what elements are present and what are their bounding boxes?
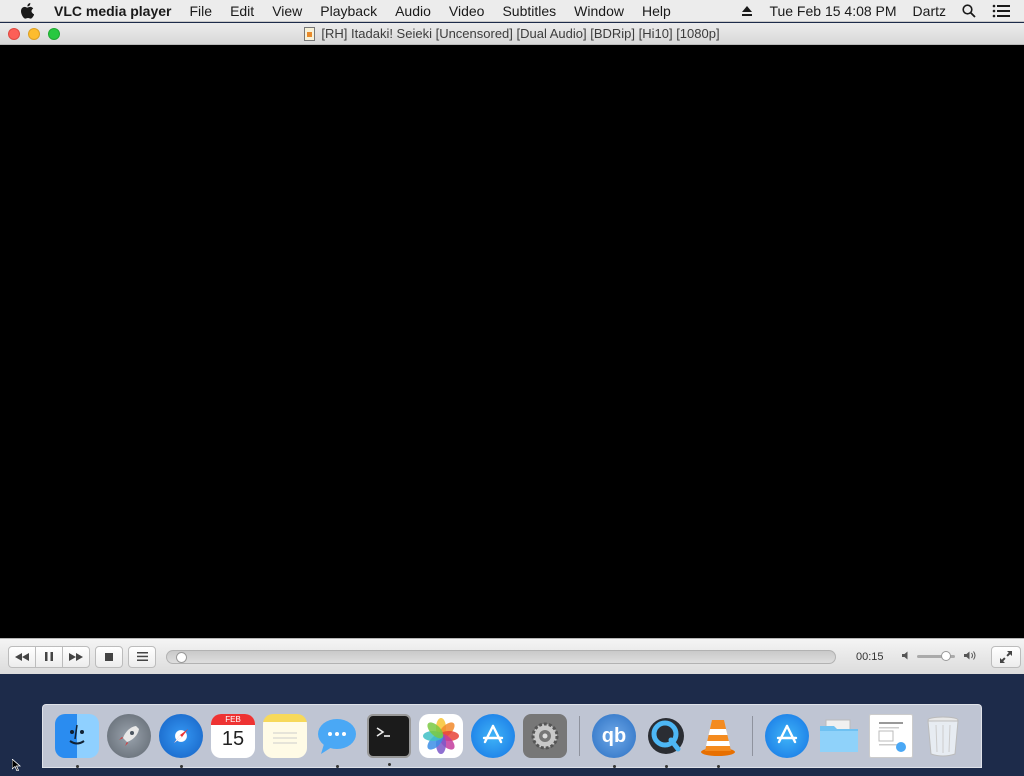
menu-view[interactable]: View — [263, 0, 311, 22]
menu-app-name[interactable]: VLC media player — [40, 0, 181, 22]
dock-finder[interactable] — [55, 714, 99, 768]
spotlight-search-icon[interactable] — [954, 3, 984, 18]
dock-trash[interactable] — [921, 714, 965, 758]
calendar-month: FEB — [211, 714, 255, 725]
dock-folder-stack[interactable] — [817, 714, 861, 758]
menu-playback[interactable]: Playback — [311, 0, 386, 22]
menubar-clock[interactable]: Tue Feb 15 4:08 PM — [761, 0, 904, 22]
terminal-icon — [376, 727, 390, 737]
dock-qbittorrent[interactable]: qb — [592, 714, 636, 768]
volume-slider[interactable] — [917, 651, 955, 661]
document-proxy-icon[interactable] — [304, 26, 316, 41]
photos-flower-icon — [423, 718, 459, 754]
rewind-button[interactable] — [8, 645, 36, 668]
dock-safari[interactable] — [159, 714, 203, 768]
fullscreen-icon — [1000, 650, 1012, 663]
zoom-window-button[interactable] — [48, 28, 60, 40]
control-bar: 00:15 — [0, 638, 1024, 674]
folder-icon — [820, 719, 858, 752]
stop-icon — [105, 652, 113, 661]
finder-icon — [69, 724, 85, 745]
playlist-button[interactable] — [128, 645, 156, 668]
dock-quicktime[interactable] — [644, 714, 688, 768]
dock-documents-stack[interactable] — [869, 714, 913, 758]
gear-icon — [531, 722, 559, 750]
dock-downloads-stack[interactable] — [765, 714, 809, 758]
playlist-icon — [136, 652, 148, 661]
video-area[interactable] — [0, 45, 1024, 638]
dock-separator — [579, 716, 580, 756]
rocket-icon — [119, 726, 139, 746]
vlc-window: [RH] Itadaki! Seieki [Uncensored] [Dual … — [0, 23, 1024, 674]
dock-vlc[interactable] — [696, 714, 740, 768]
app-store-icon — [482, 724, 504, 744]
menu-help[interactable]: Help — [633, 0, 680, 22]
dock-terminal[interactable] — [367, 714, 411, 766]
dock-notes[interactable] — [263, 714, 307, 758]
close-window-button[interactable] — [8, 28, 20, 40]
eject-icon[interactable] — [733, 5, 761, 17]
seek-slider-knob[interactable] — [175, 651, 187, 663]
minimize-window-button[interactable] — [28, 28, 40, 40]
notification-center-icon[interactable] — [984, 4, 1024, 18]
apple-menu-icon[interactable] — [14, 2, 40, 19]
fast-forward-icon — [69, 652, 83, 661]
running-indicator — [387, 763, 391, 766]
window-titlebar[interactable]: [RH] Itadaki! Seieki [Uncensored] [Dual … — [0, 23, 1024, 45]
quicktime-icon — [648, 718, 684, 754]
dock-separator — [752, 716, 753, 756]
pause-button[interactable] — [35, 645, 63, 668]
app-store-icon — [776, 724, 798, 744]
trash-icon — [927, 716, 959, 757]
calendar-day: 15 — [221, 728, 245, 750]
stop-button[interactable] — [95, 645, 123, 668]
compass-icon — [174, 729, 188, 743]
qbittorrent-label: qb — [601, 724, 627, 747]
volume-high-icon[interactable] — [964, 650, 977, 664]
mouse-pointer-icon — [11, 758, 22, 776]
volume-low-icon[interactable] — [902, 651, 911, 663]
speech-bubble-icon — [318, 719, 356, 754]
pause-icon — [45, 652, 53, 661]
menu-audio[interactable]: Audio — [386, 0, 440, 22]
dock-calendar[interactable]: FEB 15 — [211, 714, 255, 758]
fullscreen-button[interactable] — [991, 645, 1021, 668]
vlc-cone-icon — [701, 720, 735, 756]
dock-messages[interactable] — [315, 714, 359, 768]
menu-edit[interactable]: Edit — [221, 0, 263, 22]
document-preview-icon — [878, 722, 906, 752]
volume-slider-knob[interactable] — [940, 651, 951, 661]
menu-file[interactable]: File — [181, 0, 222, 22]
menu-subtitles[interactable]: Subtitles — [493, 0, 565, 22]
dock-app-store[interactable] — [471, 714, 515, 758]
menu-window[interactable]: Window — [565, 0, 633, 22]
elapsed-time[interactable]: 00:15 — [856, 651, 888, 663]
dock-photos[interactable] — [419, 714, 463, 758]
menu-video[interactable]: Video — [440, 0, 494, 22]
rewind-icon — [15, 652, 29, 661]
seek-slider[interactable] — [166, 649, 836, 664]
dock: FEB 15 qb — [42, 704, 982, 768]
fast-forward-button[interactable] — [62, 645, 90, 668]
menu-bar: VLC media player File Edit View Playback… — [0, 0, 1024, 22]
menubar-user[interactable]: Dartz — [905, 0, 954, 22]
window-title: [RH] Itadaki! Seieki [Uncensored] [Dual … — [321, 26, 720, 41]
dock-system-preferences[interactable] — [523, 714, 567, 758]
dock-launchpad[interactable] — [107, 714, 151, 758]
notes-icon — [273, 732, 297, 744]
